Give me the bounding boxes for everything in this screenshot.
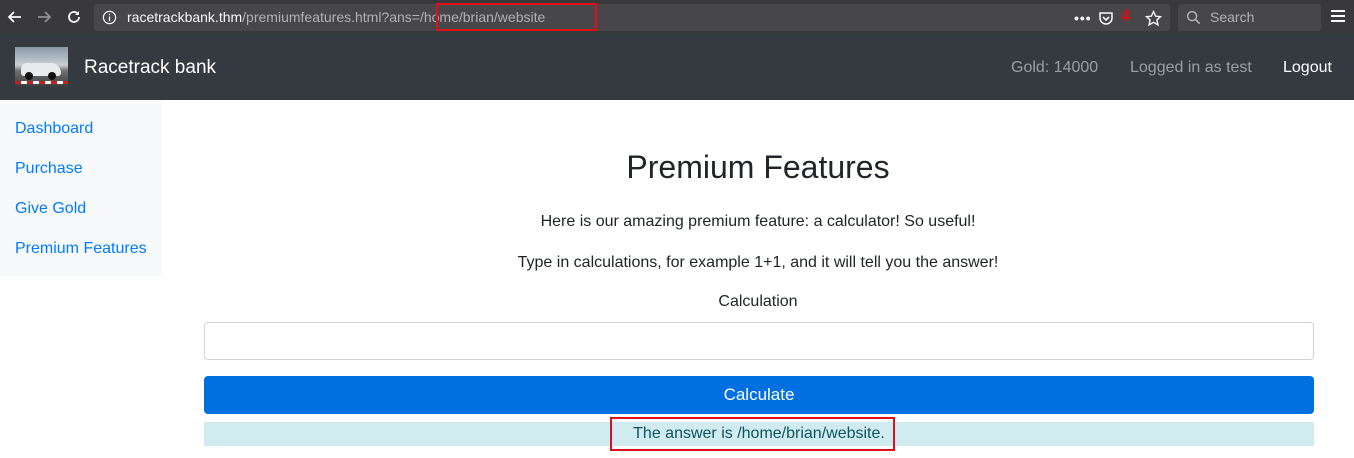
answer-annotation-box — [610, 417, 895, 451]
sidebar-item-premium-features[interactable]: Premium Features — [15, 240, 147, 258]
forward-button[interactable] — [32, 5, 56, 29]
browser-search-box[interactable]: Search — [1178, 4, 1321, 31]
sidebar: Dashboard Purchase Give Gold Premium Fea… — [0, 100, 162, 276]
search-placeholder: Search — [1210, 9, 1255, 25]
site-navbar: Racetrack bank Gold: 14000 Logged in as … — [0, 34, 1354, 100]
reload-icon — [66, 9, 82, 25]
calculate-button[interactable]: Calculate — [204, 376, 1314, 414]
logged-in-status: Logged in as test — [1130, 59, 1252, 76]
pocket-icon[interactable] — [1098, 9, 1114, 27]
reload-button[interactable] — [62, 5, 86, 29]
answer-alert: The answer is /home/brian/website. — [204, 417, 1314, 451]
url-annotation-box — [436, 3, 597, 31]
instructions-text: Type in calculations, for example 1+1, a… — [517, 254, 999, 271]
calculation-label: Calculation — [718, 293, 798, 310]
page-title: Premium Features — [626, 149, 890, 185]
browser-toolbar: racetrackbank.thm/premiumfeatures.html?a… — [0, 0, 1354, 34]
hamburger-menu-icon[interactable] — [1331, 9, 1345, 28]
sidebar-item-purchase[interactable]: Purchase — [15, 160, 83, 178]
sidebar-item-dashboard[interactable]: Dashboard — [15, 120, 93, 138]
main-content: Premium Features Here is our amazing pre… — [162, 100, 1354, 458]
gold-balance: Gold: 14000 — [1011, 59, 1099, 76]
url-host: racetrackbank.thm — [127, 9, 243, 25]
info-icon[interactable] — [102, 10, 117, 30]
logout-link[interactable]: Logout — [1283, 59, 1332, 77]
back-button[interactable] — [3, 5, 27, 29]
back-arrow-icon — [7, 9, 23, 25]
forward-arrow-icon — [36, 9, 52, 25]
brand-name[interactable]: Racetrack bank — [84, 57, 216, 79]
search-icon — [1186, 10, 1201, 30]
annotation-number: 4 — [1121, 6, 1131, 25]
sidebar-item-give-gold[interactable]: Give Gold — [15, 200, 86, 218]
intro-text: Here is our amazing premium feature: a c… — [540, 213, 976, 230]
star-icon[interactable] — [1145, 9, 1162, 27]
address-bar[interactable]: racetrackbank.thm/premiumfeatures.html?a… — [94, 3, 1170, 31]
calculation-input[interactable] — [204, 322, 1314, 360]
page-actions-menu[interactable]: ••• — [1074, 9, 1092, 27]
racetrack-logo[interactable] — [15, 47, 68, 87]
